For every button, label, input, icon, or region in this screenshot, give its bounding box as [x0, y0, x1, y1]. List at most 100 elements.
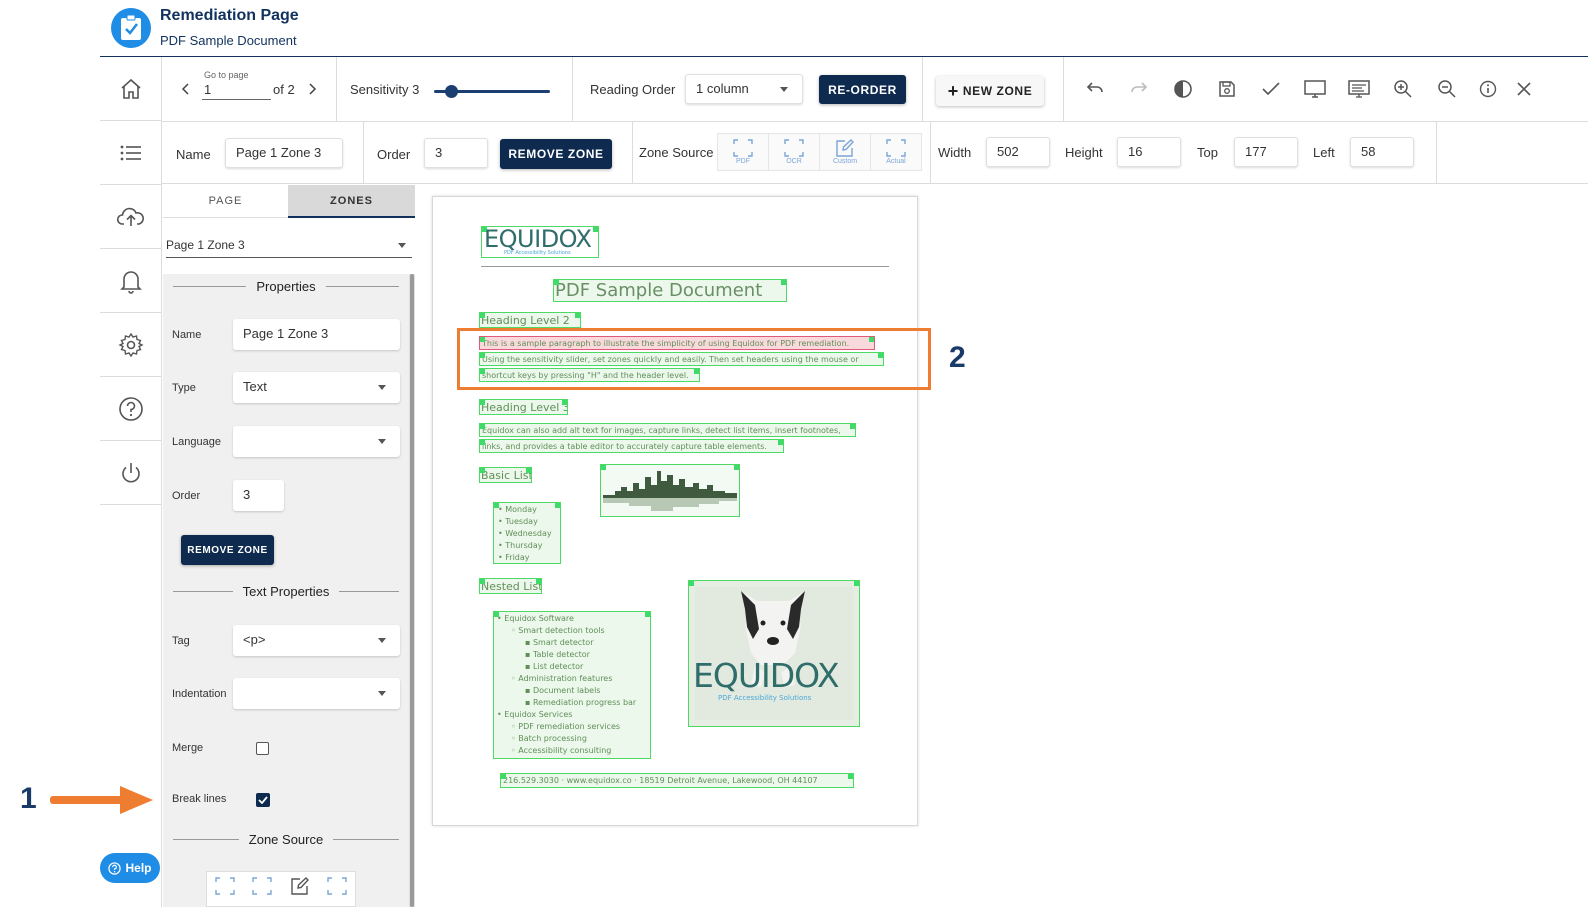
height-input[interactable]: 16: [1117, 137, 1181, 167]
bell-icon: [120, 270, 142, 294]
page-count: of 2: [273, 82, 295, 97]
break-lines-label: Break lines: [172, 793, 227, 805]
zone-source-title: Zone Source: [173, 832, 399, 847]
para2-line2-zone[interactable]: links, and provides a table editor to ac…: [479, 439, 784, 453]
panel-source-pdf-button[interactable]: [215, 877, 235, 895]
source-actual-button[interactable]: Actual: [870, 133, 922, 171]
panel-scrollbar-thumb[interactable]: [410, 274, 414, 907]
close-button[interactable]: [1511, 76, 1537, 102]
prop-order-input[interactable]: 3: [233, 480, 284, 511]
prop-name-label: Name: [172, 329, 202, 341]
nav-logout[interactable]: [100, 441, 162, 505]
help-button[interactable]: Help: [100, 853, 160, 883]
height-label: Height: [1065, 145, 1103, 160]
left-input[interactable]: 58: [1350, 137, 1414, 167]
sensitivity-slider-thumb[interactable]: [445, 85, 459, 98]
nav-list[interactable]: [100, 121, 162, 185]
doc-title-zone[interactable]: PDF Sample Document: [553, 279, 787, 302]
scan-pdf-icon: [215, 877, 235, 895]
dog-image-zone[interactable]: EQUIDOX PDF Accessibility Solutions: [688, 580, 860, 727]
output-preview-button[interactable]: [1346, 76, 1372, 102]
caret-down-icon: [780, 87, 788, 92]
zoom-out-button[interactable]: [1434, 76, 1460, 102]
prop-name-input[interactable]: Page 1 Zone 3: [233, 319, 400, 350]
nav-settings[interactable]: [100, 313, 162, 377]
heading2-zone[interactable]: Heading Level 2: [479, 312, 581, 328]
reading-order-select[interactable]: 1 column: [685, 74, 803, 104]
prop-type-select[interactable]: Text: [233, 372, 400, 403]
para2-line1-zone[interactable]: Equidox can also add alt text for images…: [479, 423, 856, 437]
prev-page-button[interactable]: [173, 76, 199, 102]
heading3-zone[interactable]: Heading Level 3: [479, 399, 568, 415]
panel-zone-source-buttons: [206, 871, 356, 907]
left-nav: [100, 57, 162, 907]
zone-order-label: Order: [377, 147, 411, 162]
checkmark-icon: [258, 796, 268, 804]
preview-button[interactable]: [1302, 76, 1328, 102]
source-pdf-button[interactable]: PDF: [717, 133, 769, 171]
nav-upload[interactable]: [100, 185, 162, 249]
remove-zone-button[interactable]: REMOVE ZONE: [500, 139, 612, 169]
footer-zone[interactable]: 216.529.3030 · www.equidox.co · 18519 De…: [500, 773, 854, 788]
zone-name-label: Name: [176, 147, 211, 162]
save-icon: [1219, 81, 1235, 97]
basic-list-item: • Wednesday: [498, 529, 552, 538]
prop-tag-select[interactable]: <p>: [233, 625, 400, 656]
page-number-input[interactable]: 1: [202, 82, 271, 100]
nested-list-item: ◦ Accessibility consulting: [511, 746, 612, 755]
nav-notifications[interactable]: [100, 249, 162, 313]
doc-rule: [481, 266, 889, 267]
source-pdf-label: PDF: [736, 158, 750, 165]
merge-label: Merge: [172, 742, 204, 754]
basic-list-title-zone[interactable]: Basic List: [479, 467, 532, 483]
zoom-in-button[interactable]: [1390, 76, 1416, 102]
edit-icon: [291, 877, 309, 895]
prop-indentation-select[interactable]: [233, 678, 400, 709]
logo-zone[interactable]: EQUIDOX PDF Accessibility Solutions: [481, 226, 599, 258]
nested-list-item: ▪ Table detector: [525, 650, 590, 659]
break-lines-checkbox[interactable]: [256, 793, 270, 807]
panel-source-custom-button[interactable]: [290, 877, 310, 895]
properties-title: Properties: [173, 279, 399, 294]
save-button[interactable]: [1214, 76, 1240, 102]
panel-remove-zone-button[interactable]: REMOVE ZONE: [181, 535, 274, 565]
width-input[interactable]: 502: [986, 137, 1050, 167]
zone-order-input[interactable]: 3: [424, 138, 488, 168]
nav-home[interactable]: [100, 57, 162, 121]
chevron-right-icon: [309, 83, 317, 95]
panel-source-actual-button[interactable]: [327, 877, 347, 895]
source-ocr-label: OCR: [786, 158, 802, 165]
cloud-upload-icon: [117, 207, 144, 226]
zone-name-input[interactable]: Page 1 Zone 3: [225, 138, 343, 168]
source-custom-button[interactable]: Custom: [819, 133, 871, 171]
skyline-image-zone[interactable]: [600, 464, 740, 517]
merge-checkbox[interactable]: [256, 742, 269, 755]
panel-scrollbar-track[interactable]: [409, 274, 415, 907]
redo-button[interactable]: [1126, 76, 1152, 102]
city-skyline-image: [603, 471, 737, 511]
nested-list-zone[interactable]: • Equidox Software ◦ Smart detection tool…: [493, 611, 651, 759]
next-page-button[interactable]: [299, 76, 325, 102]
basic-list-zone[interactable]: • Monday • Tuesday • Wednesday • Thursday • …: [493, 502, 561, 564]
new-zone-button[interactable]: + NEW ZONE: [936, 76, 1044, 106]
scan-pdf-icon: [733, 139, 753, 157]
zone-select[interactable]: Page 1 Zone 3: [166, 233, 412, 258]
prop-tag-label: Tag: [172, 635, 190, 647]
source-ocr-button[interactable]: OCR: [768, 133, 820, 171]
top-input[interactable]: 177: [1234, 137, 1298, 167]
tab-zones[interactable]: ZONES: [288, 185, 415, 218]
undo-button[interactable]: [1082, 76, 1108, 102]
panel-source-ocr-button[interactable]: [252, 877, 272, 895]
re-order-button[interactable]: RE-ORDER: [819, 75, 906, 104]
basic-list-item: • Friday: [498, 553, 530, 562]
contrast-button[interactable]: [1170, 76, 1196, 102]
tab-page[interactable]: PAGE: [163, 185, 288, 218]
sensitivity-slider-track[interactable]: [434, 85, 550, 98]
info-button[interactable]: [1475, 76, 1501, 102]
nav-help[interactable]: [100, 377, 162, 441]
nested-list-title-zone[interactable]: Nested List: [479, 578, 542, 594]
prop-type-label: Type: [172, 382, 196, 394]
app-logo: [111, 8, 151, 48]
check-button[interactable]: [1258, 76, 1284, 102]
prop-language-select[interactable]: [233, 426, 400, 457]
